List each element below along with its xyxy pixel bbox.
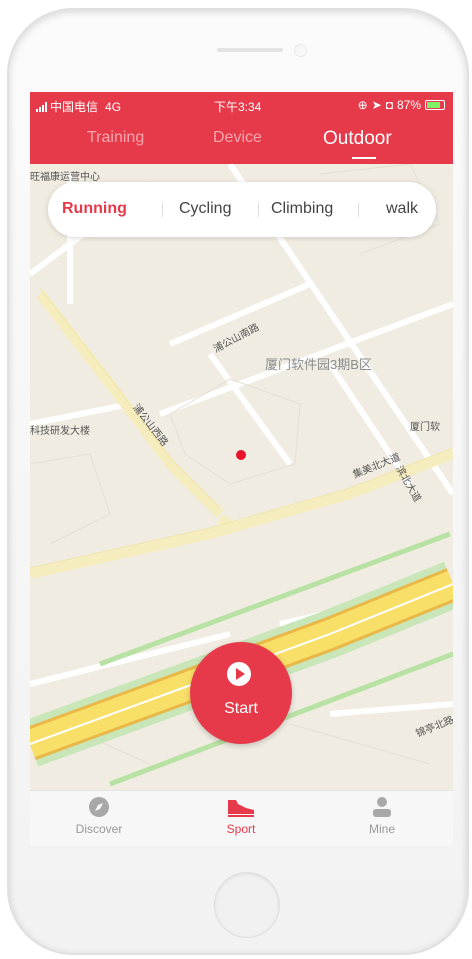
network-type: 4G <box>105 99 122 114</box>
nav-discover[interactable]: Discover <box>54 796 144 836</box>
lock-rotation-icon: ◘ <box>385 98 393 112</box>
front-camera <box>294 44 307 57</box>
divider <box>162 203 163 217</box>
signal-icon <box>36 101 47 112</box>
activity-climbing[interactable]: Climbing <box>271 200 333 218</box>
nav-sport[interactable]: Sport <box>196 796 286 836</box>
alarm-icon: ⊕ <box>357 98 368 112</box>
battery-percent: 87% <box>396 98 421 112</box>
home-button[interactable] <box>214 872 280 938</box>
start-label: Start <box>224 700 258 717</box>
tab-training[interactable]: Training <box>87 129 144 147</box>
location-arrow-icon: ➤ <box>371 98 382 112</box>
app-screen: 中国电信 4G 下午3:34 ⊕ ➤ ◘ 87% Training Device… <box>30 92 453 846</box>
play-icon <box>227 662 251 686</box>
tab-outdoor[interactable]: Outdoor <box>323 128 392 150</box>
activity-cycling[interactable]: Cycling <box>179 200 231 218</box>
speaker-grille <box>217 48 283 52</box>
bottom-navigation: Discover Sport Mine <box>30 790 453 846</box>
map-label-district: 厦门软件园3期B区 <box>265 357 372 372</box>
sneaker-icon <box>228 800 254 817</box>
map-label-building: 科技研发大楼 <box>30 426 90 437</box>
tab-device[interactable]: Device <box>213 129 262 147</box>
divider <box>358 203 359 217</box>
status-bar: 中国电信 4G 下午3:34 ⊕ ➤ ◘ 87% <box>30 92 453 119</box>
current-location-dot <box>236 450 246 460</box>
carrier-name: 中国电信 <box>50 100 99 114</box>
map-label-poi: 旺福康运营中心 <box>30 172 100 183</box>
divider <box>258 203 259 217</box>
top-tab-bar: Training Device Outdoor <box>30 119 453 164</box>
nav-sport-label: Sport <box>226 822 256 836</box>
map-label-poi-east: 厦门软 <box>410 422 440 433</box>
status-time: 下午3:34 <box>214 100 262 114</box>
activity-running[interactable]: Running <box>62 200 127 218</box>
activity-walk[interactable]: walk <box>386 200 418 218</box>
person-icon <box>373 797 391 817</box>
battery-icon <box>425 100 445 110</box>
nav-mine[interactable]: Mine <box>337 796 427 836</box>
nav-discover-label: Discover <box>75 822 123 836</box>
compass-icon <box>89 797 109 817</box>
active-tab-indicator <box>352 157 376 159</box>
start-button[interactable]: Start <box>190 642 292 744</box>
nav-mine-label: Mine <box>368 822 395 836</box>
activity-type-selector: Running Cycling Climbing walk <box>48 182 436 237</box>
